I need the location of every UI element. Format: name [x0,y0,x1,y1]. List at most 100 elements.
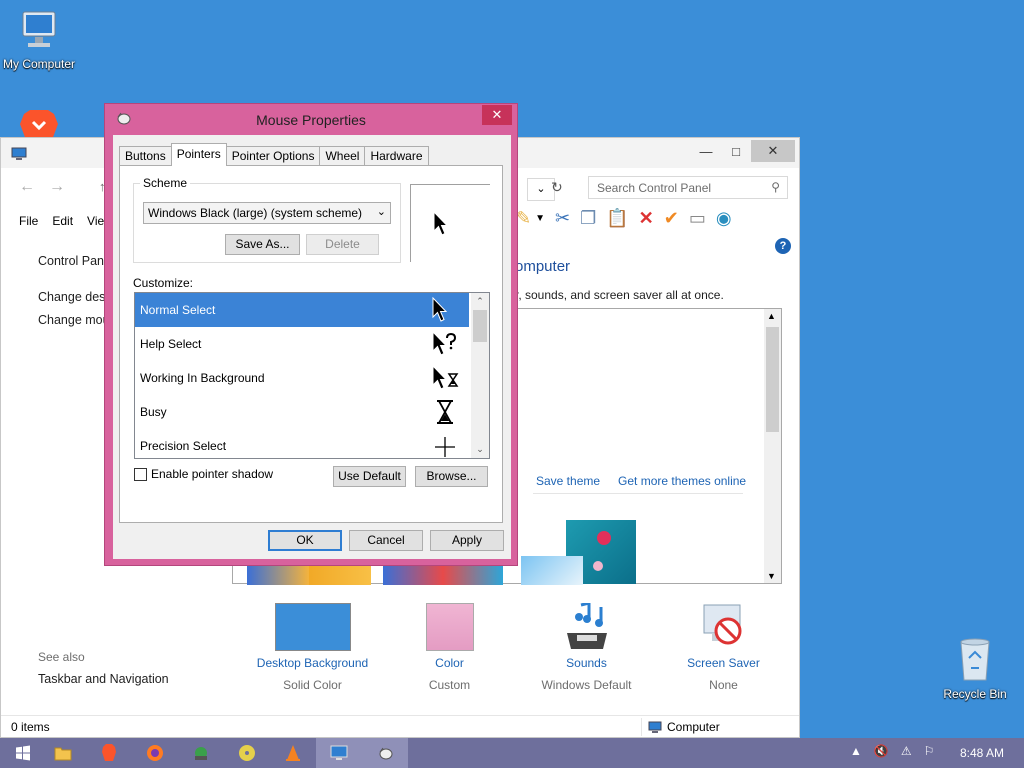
control-panel-icon [11,147,27,160]
desktop-background-item[interactable]: Desktop Background Solid Color [244,603,381,692]
tab-pointers[interactable]: Pointers [170,143,227,166]
minimize-button[interactable]: — [691,140,721,162]
chevron-down-icon[interactable]: ⌄ [471,444,489,455]
close-button[interactable]: ✕ [751,140,795,162]
network-disconnected-icon[interactable]: ⚠ [901,744,912,758]
taskbar-media-disc[interactable] [224,738,270,768]
brave-icon [102,744,116,761]
save-as-button[interactable]: Save As... [225,234,300,255]
forward-arrow-icon[interactable]: → [49,178,65,196]
show-hidden-icons-icon[interactable]: ▲ [850,744,862,758]
recycle-bin-icon [960,638,990,681]
dialog-client-area: Buttons Pointers Pointer Options Wheel H… [113,135,511,559]
sounds-link[interactable]: Sounds [518,656,655,670]
back-arrow-icon[interactable]: ← [19,178,35,196]
see-also-heading: See also [38,650,85,664]
dialog-close-button[interactable]: ✕ [482,105,512,125]
crosshair-cursor-icon [435,437,455,457]
theme-thumbnail-4[interactable] [521,556,583,585]
pointer-preview [410,184,490,262]
taskbar-firefox[interactable] [132,738,178,768]
scheme-select[interactable]: Windows Black (large) (system scheme) ⌄ [143,202,391,224]
pointer-list-scrollbar[interactable]: ⌃ ⌄ [471,293,489,458]
pointer-list-scroll-thumb[interactable] [473,310,487,342]
check-icon[interactable]: ✔ [664,208,679,229]
delete-button[interactable]: Delete [306,234,379,255]
get-more-themes-link[interactable]: Get more themes online [618,474,746,488]
enable-pointer-shadow-checkbox[interactable] [134,467,147,481]
toolbar: ✎ ▼ ✂ ❐ 📋 ✕ ✔ ▭ ◉ [516,208,732,229]
change-desktop-icons-link[interactable]: Change desk [38,286,114,309]
menu-file[interactable]: File [19,214,38,228]
taskbar-mouse-properties[interactable] [362,738,408,768]
list-item[interactable]: Precision Select [135,429,469,458]
taskbar-vlc[interactable] [270,738,316,768]
rename-icon[interactable]: ▭ [689,208,706,229]
theme-thumbnail-1[interactable] [247,565,309,585]
taskbar-explorer[interactable] [40,738,86,768]
theme-thumbnail-2[interactable] [309,565,371,585]
themes-scroll-thumb[interactable] [766,327,779,432]
control-panel-home-link[interactable]: Control Panel [38,250,114,273]
list-item[interactable]: Busy [135,395,469,429]
taskbar-brave[interactable] [86,738,132,768]
list-item[interactable]: Normal Select [135,293,469,327]
scheme-selected-value: Windows Black (large) (system scheme) [148,206,363,220]
action-center-icon[interactable]: ⚐ [924,744,935,758]
screen-saver-item[interactable]: Screen Saver None [655,603,792,692]
scheme-group: Scheme Windows Black (large) (system sch… [133,176,401,263]
apply-button[interactable]: Apply [430,530,504,551]
refresh-icon[interactable]: ↻ [551,179,563,196]
pointer-list[interactable]: Normal Select Help Select Working In Bac… [134,292,490,459]
change-mouse-pointers-link[interactable]: Change mou [38,309,114,332]
screen-saver-link[interactable]: Screen Saver [655,656,792,670]
copy-icon[interactable]: ❐ [580,208,596,229]
globe-icon[interactable]: ◉ [716,208,732,229]
color-link[interactable]: Color [381,656,518,670]
help-icon[interactable]: ? [775,238,791,254]
maximize-button[interactable]: □ [721,140,751,162]
sounds-item[interactable]: Sounds Windows Default [518,603,655,692]
list-item[interactable]: Working In Background [135,361,469,395]
taskbar-navigation-link[interactable]: Taskbar and Navigation [38,672,169,686]
toolbar-dropdown-icon[interactable]: ▼ [535,213,545,229]
list-item[interactable]: Help Select [135,327,469,361]
arrow-cursor-icon [432,297,448,322]
desktop-background-link[interactable]: Desktop Background [244,656,381,670]
save-theme-link[interactable]: Save theme [536,474,600,488]
taskbar-clock[interactable]: 8:48 AM [960,746,1004,760]
theme-thumbnail-3[interactable] [383,565,503,585]
recycle-bin-desktop-icon[interactable]: Recycle Bin [930,636,1020,701]
volume-muted-icon[interactable]: 🔇 [874,744,889,758]
tab-wheel[interactable]: Wheel [319,146,366,166]
computer-icon [22,11,56,47]
tab-buttons[interactable]: Buttons [119,146,172,166]
use-default-button[interactable]: Use Default [333,466,406,487]
arrow-cursor-icon [433,211,449,236]
delete-icon[interactable]: ✕ [639,208,654,229]
color-item[interactable]: Color Custom [381,603,518,692]
menu-edit[interactable]: Edit [52,214,73,228]
taskbar-network-app[interactable] [178,738,224,768]
tab-pointer-options[interactable]: Pointer Options [225,146,321,166]
taskbar-control-panel[interactable] [316,738,362,768]
properties-icon[interactable]: ✎ [516,208,531,229]
vlc-cone-icon [286,745,300,761]
cut-icon[interactable]: ✂ [555,208,570,229]
recycle-bin-label: Recycle Bin [943,687,1007,701]
themes-scrollbar[interactable]: ▲ ▼ [764,309,781,583]
my-computer-desktop-icon[interactable]: My Computer [0,10,84,71]
ok-button[interactable]: OK [268,530,342,551]
cancel-button[interactable]: Cancel [349,530,423,551]
dialog-tabs: Buttons Pointers Pointer Options Wheel H… [119,143,429,166]
mouse-properties-dialog: Mouse Properties ✕ Buttons Pointers Poin… [104,103,518,566]
network-icon [195,747,207,760]
tab-hardware[interactable]: Hardware [364,146,429,166]
chevron-up-icon[interactable]: ⌃ [471,296,489,307]
enable-pointer-shadow-label[interactable]: Enable pointer shadow [151,467,273,481]
search-input[interactable]: Search Control Panel ⚲ [588,176,788,199]
browse-button[interactable]: Browse... [415,466,488,487]
paste-icon[interactable]: 📋 [606,208,628,229]
customize-label: Customize: [133,276,194,290]
menu-view[interactable]: Vie [87,214,104,228]
